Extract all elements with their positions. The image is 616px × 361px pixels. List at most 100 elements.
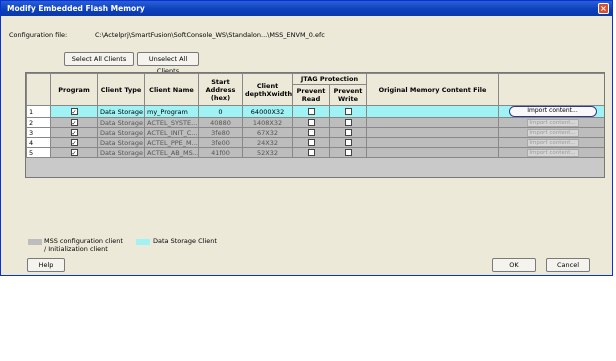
prevent-write-checkbox[interactable] — [344, 129, 352, 136]
prevent-write-cell — [329, 127, 367, 138]
modify-flash-dialog: Modify Embedded Flash Memory × Configura… — [0, 0, 613, 276]
import-content-button[interactable]: Import content... — [526, 119, 579, 127]
close-icon[interactable]: × — [598, 3, 609, 14]
mss-client-legend: MSS configuration client / Initializatio… — [44, 237, 123, 253]
program-checkbox[interactable] — [70, 129, 78, 136]
row-index[interactable]: 4 — [26, 137, 51, 148]
prevent-write-checkbox[interactable] — [344, 108, 352, 115]
cancel-button[interactable]: Cancel — [546, 258, 590, 272]
prevent-write-cell — [329, 105, 367, 118]
program-cell — [50, 137, 98, 148]
prevent-read-cell — [292, 117, 330, 128]
prevent-read-cell — [292, 147, 330, 158]
import-cell: Import content... — [498, 127, 604, 138]
client-type-cell: Data Storage — [97, 137, 145, 148]
col-client-name[interactable]: Client Name — [144, 73, 199, 106]
row-index[interactable]: 2 — [26, 117, 51, 128]
prevent-read-checkbox[interactable] — [307, 129, 315, 136]
clients-table: Program Client Type Client Name Start Ad… — [26, 73, 604, 158]
client-depth-cell[interactable]: 24X32 — [242, 137, 293, 148]
original-file-cell — [366, 127, 499, 138]
col-program[interactable]: Program — [50, 73, 98, 106]
original-file-cell — [366, 147, 499, 158]
table-row[interactable]: 2 Data StorageACTEL_SYSTE...408801408X32 I… — [26, 117, 604, 128]
program-checkbox[interactable] — [70, 139, 78, 146]
program-checkbox[interactable] — [70, 108, 78, 115]
row-index[interactable]: 5 — [26, 147, 51, 158]
client-type-cell: Data Storage — [97, 127, 145, 138]
col-client-depth[interactable]: Client depthXwidth — [242, 73, 293, 106]
client-name-cell[interactable]: ACTEL_SYSTE... — [144, 117, 199, 128]
prevent-write-checkbox[interactable] — [344, 139, 352, 146]
client-depth-cell[interactable]: 52X32 — [242, 147, 293, 158]
client-type-cell: Data Storage — [97, 147, 145, 158]
prevent-read-checkbox[interactable] — [307, 119, 315, 126]
original-file-cell — [366, 137, 499, 148]
import-content-button[interactable]: Import content... — [526, 139, 579, 147]
col-jtag-protection: JTAG Protection — [292, 73, 367, 85]
program-cell — [50, 117, 98, 128]
ok-button[interactable]: OK — [492, 258, 536, 272]
program-cell — [50, 147, 98, 158]
start-address-cell[interactable]: 40880 — [198, 117, 243, 128]
client-depth-cell[interactable]: 67X32 — [242, 127, 293, 138]
prevent-read-cell — [292, 105, 330, 118]
prevent-write-cell — [329, 147, 367, 158]
row-index[interactable]: 1 — [26, 105, 51, 118]
prevent-read-checkbox[interactable] — [307, 139, 315, 146]
row-header-corner — [26, 73, 51, 106]
title-bar: Modify Embedded Flash Memory × — [1, 1, 612, 16]
prevent-read-cell — [292, 127, 330, 138]
col-original-file[interactable]: Original Memory Content File — [366, 73, 499, 106]
config-label: Configuration file: — [9, 31, 68, 39]
import-cell: Import content... — [498, 147, 604, 158]
client-type-cell: Data Storage — [97, 117, 145, 128]
prevent-write-checkbox[interactable] — [344, 149, 352, 156]
import-content-button[interactable]: Import content... — [508, 106, 597, 117]
start-address-cell[interactable]: 41f00 — [198, 147, 243, 158]
table-row[interactable]: 4 Data StorageACTEL_PPE_M...3fe0024X32 Imp… — [26, 137, 604, 148]
prevent-write-cell — [329, 137, 367, 148]
import-content-button[interactable]: Import content... — [526, 149, 579, 157]
import-cell: Import content... — [498, 137, 604, 148]
prevent-write-cell — [329, 117, 367, 128]
client-name-cell[interactable]: ACTEL_INIT_C... — [144, 127, 199, 138]
client-name-cell[interactable]: my_Program — [144, 105, 199, 118]
table-row[interactable]: 5 Data StorageACTEL_AB_MS...41f0052X32 Imp… — [26, 147, 604, 158]
window-title: Modify Embedded Flash Memory — [7, 4, 145, 13]
row-index[interactable]: 3 — [26, 127, 51, 138]
import-cell: Import content... — [498, 117, 604, 128]
client-depth-cell[interactable]: 1408X32 — [242, 117, 293, 128]
help-button[interactable]: Help — [27, 258, 65, 272]
program-cell — [50, 127, 98, 138]
data-storage-legend: Data Storage Client — [153, 237, 217, 245]
col-start-address[interactable]: Start Address (hex) — [198, 73, 243, 106]
client-name-cell[interactable]: ACTEL_PPE_M... — [144, 137, 199, 148]
prevent-read-cell — [292, 137, 330, 148]
start-address-cell[interactable]: 3fe80 — [198, 127, 243, 138]
import-cell: Import content... — [498, 105, 604, 118]
program-cell — [50, 105, 98, 118]
config-path: C:\Actelprj\SmartFusion\SoftConsole_WS\S… — [95, 31, 325, 39]
unselect-all-button[interactable]: Unselect All Clients — [137, 52, 199, 75]
col-client-type[interactable]: Client Type — [97, 73, 145, 106]
start-address-cell[interactable]: 0 — [198, 105, 243, 118]
table-row[interactable]: 1 Data Storagemy_Program064000X32 Import c… — [26, 105, 604, 118]
original-file-cell — [366, 105, 499, 118]
client-name-cell[interactable]: ACTEL_AB_MS... — [144, 147, 199, 158]
program-checkbox[interactable] — [70, 119, 78, 126]
table-row[interactable]: 3 Data StorageACTEL_INIT_C...3fe8067X32 Im… — [26, 127, 604, 138]
col-prevent-read[interactable]: Prevent Read — [292, 84, 330, 106]
client-depth-cell[interactable]: 64000X32 — [242, 105, 293, 118]
prevent-read-checkbox[interactable] — [307, 149, 315, 156]
prevent-write-checkbox[interactable] — [344, 119, 352, 126]
prevent-read-checkbox[interactable] — [307, 108, 315, 115]
col-prevent-write[interactable]: Prevent Write — [329, 84, 367, 106]
mss-client-swatch — [28, 239, 42, 245]
col-import — [498, 73, 604, 106]
start-address-cell[interactable]: 3fe00 — [198, 137, 243, 148]
program-checkbox[interactable] — [70, 149, 78, 156]
import-content-button[interactable]: Import content... — [526, 129, 579, 137]
select-all-button[interactable]: Select All Clients — [64, 52, 134, 66]
client-type-cell: Data Storage — [97, 105, 145, 118]
